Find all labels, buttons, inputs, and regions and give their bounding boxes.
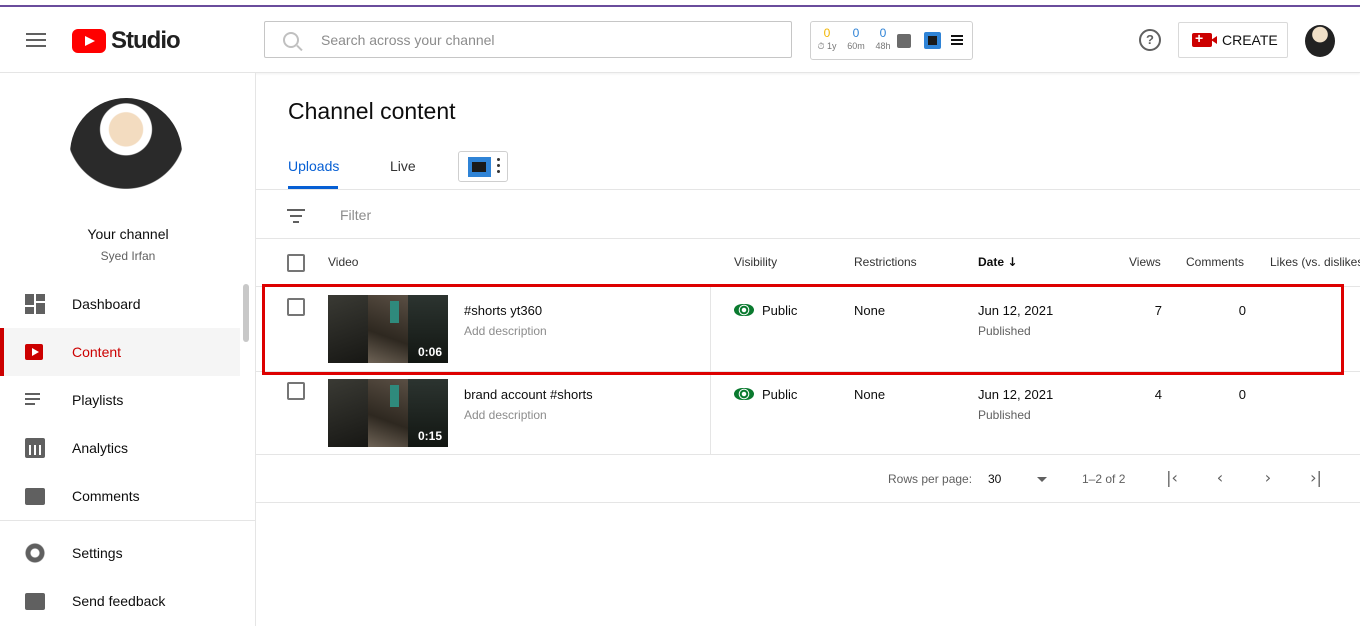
eye-icon [734, 388, 754, 400]
search-icon [283, 31, 299, 48]
stat-48h-value: 0 [879, 26, 887, 40]
filter-divider [256, 238, 1360, 239]
dropdown-arrow-icon[interactable] [1037, 477, 1047, 482]
row-checkbox[interactable] [287, 382, 305, 400]
stat-60m-value: 0 [852, 26, 860, 40]
extension-logo-icon [468, 157, 491, 177]
column-date[interactable]: Date ↓ [978, 255, 1017, 269]
stat-1y: 0 ⏱ 1y [815, 26, 839, 52]
top-bar: Studio Search across your channel 0 ⏱ 1y… [0, 7, 1360, 73]
help-icon[interactable]: ? [1139, 29, 1161, 51]
last-page-icon[interactable]: ›| [1306, 468, 1326, 488]
rows-per-page-select[interactable]: 30 [988, 472, 1001, 486]
highlight-box [262, 284, 1344, 375]
channel-owner: Syed Irfan [100, 249, 156, 263]
tab-uploads[interactable]: Uploads [288, 158, 339, 174]
account-avatar[interactable] [1305, 25, 1335, 57]
extension-tab-button[interactable] [458, 151, 508, 182]
sidebar-item-label: Comments [72, 488, 140, 504]
sidebar-item-analytics[interactable]: Analytics [0, 424, 240, 472]
channel-avatar[interactable] [70, 98, 182, 210]
tab-live[interactable]: Live [390, 158, 416, 174]
sidebar-item-label: Settings [72, 545, 123, 561]
settings-icon [25, 543, 45, 563]
video-camera-icon [1192, 30, 1217, 47]
column-comments[interactable]: Comments [1186, 255, 1244, 269]
search-input[interactable]: Search across your channel [321, 32, 495, 48]
video-description[interactable]: Add description [464, 408, 547, 422]
previous-page-icon[interactable]: ‹ [1210, 468, 1230, 488]
channel-name[interactable]: Your channel [0, 226, 256, 242]
window-top-border [0, 0, 1360, 7]
column-restrictions: Restrictions [854, 255, 917, 269]
menu-icon[interactable] [26, 33, 46, 47]
sidebar-item-settings[interactable]: Settings [0, 529, 240, 577]
stat-48h-label: 48h [875, 41, 891, 51]
first-page-icon[interactable]: |‹ [1162, 468, 1182, 488]
rows-per-page-label: Rows per page: [888, 472, 973, 486]
footer-divider [256, 502, 1360, 503]
analytics-icon [25, 438, 45, 458]
stat-48h: 0 48h [871, 26, 895, 52]
content-icon [25, 344, 43, 360]
sidebar-item-label: Content [72, 344, 122, 360]
comments-value: 0 [1238, 387, 1246, 402]
comments-icon [25, 487, 45, 505]
tabs-divider [256, 189, 1360, 190]
more-vert-icon[interactable] [497, 158, 500, 176]
filter-icon[interactable] [287, 209, 305, 227]
logo-text: Studio [111, 27, 181, 54]
column-separator [710, 372, 711, 454]
extension-menu-icon[interactable] [951, 35, 963, 47]
visibility-value[interactable]: Public [762, 387, 797, 402]
sidebar-scrollbar[interactable] [243, 284, 249, 342]
extension-logo-icon[interactable] [924, 32, 941, 49]
sidebar-item-label: Dashboard [72, 296, 141, 312]
video-title[interactable]: brand account #shorts [464, 387, 593, 402]
stat-1y-value: 0 [823, 26, 831, 40]
extension-toolbar[interactable]: 0 ⏱ 1y 0 60m 0 48h [810, 21, 973, 60]
views-value: 4 [1154, 387, 1162, 402]
feedback-icon [25, 592, 45, 610]
column-views[interactable]: Views [1129, 255, 1161, 269]
youtube-logo-icon [72, 29, 106, 53]
publish-status: Published [978, 408, 1031, 422]
playlists-icon [25, 390, 45, 410]
sidebar-item-content[interactable]: Content [0, 328, 240, 376]
stat-60m-label: 60m [847, 41, 865, 51]
studio-logo[interactable]: Studio [72, 27, 181, 55]
sidebar-item-dashboard[interactable]: Dashboard [0, 280, 240, 328]
sidebar-item-playlists[interactable]: Playlists [0, 376, 240, 424]
select-all-checkbox[interactable] [287, 254, 305, 272]
sidebar-divider [0, 520, 256, 521]
sidebar-item-label: Playlists [72, 392, 124, 408]
search-bar[interactable]: Search across your channel [264, 21, 792, 58]
dashboard-icon [25, 294, 45, 314]
sidebar-item-label: Send feedback [72, 593, 166, 609]
column-visibility: Visibility [734, 255, 778, 269]
sort-arrow-icon: ↓ [1007, 255, 1018, 269]
filter-input[interactable]: Filter [340, 207, 371, 223]
column-likes[interactable]: Likes (vs. dislikes) [1270, 255, 1360, 269]
video-thumbnail[interactable]: 0:15 [328, 379, 448, 447]
next-page-icon[interactable]: › [1258, 468, 1278, 488]
sidebar-item-feedback[interactable]: Send feedback [0, 577, 240, 625]
restrictions-value: None [854, 387, 886, 402]
video-duration: 0:15 [417, 429, 442, 443]
pagination-range: 1–2 of 2 [1082, 472, 1126, 486]
sidebar: Your channel Syed Irfan Dashboard Conten… [0, 73, 256, 626]
sidebar-item-comments[interactable]: Comments [0, 472, 240, 520]
create-label: CREATE [1222, 32, 1278, 48]
sidebar-item-label: Analytics [72, 440, 129, 456]
row-divider [256, 454, 1360, 455]
create-button[interactable]: CREATE [1178, 22, 1288, 58]
date-value: Jun 12, 2021 [978, 387, 1054, 402]
bar-chart-icon[interactable] [897, 34, 911, 48]
page-title: Channel content [288, 98, 456, 124]
column-video: Video [328, 255, 359, 269]
stat-1y-label: ⏱ 1y [817, 41, 837, 51]
stat-60m: 0 60m [843, 26, 869, 52]
